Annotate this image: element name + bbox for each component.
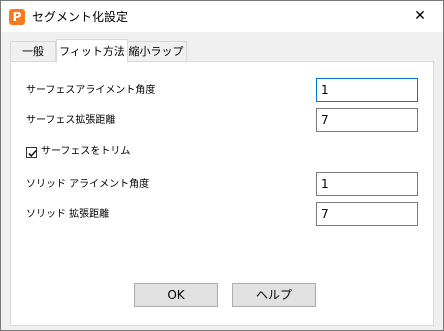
- solid-extension-distance-input[interactable]: 7: [316, 202, 418, 226]
- close-icon: ✕: [414, 8, 426, 24]
- surface-alignment-angle-input[interactable]: 1: [316, 78, 418, 102]
- surface-extension-distance-label: サーフェス拡張距離: [26, 115, 116, 126]
- solid-alignment-angle-label: ソリッド アライメント角度: [26, 179, 150, 190]
- surface-alignment-angle-label: サーフェスアライメント角度: [26, 85, 156, 96]
- ok-button[interactable]: OK: [134, 283, 218, 307]
- solid-alignment-angle-input[interactable]: 1: [316, 172, 418, 196]
- surface-extension-distance-input[interactable]: 7: [316, 108, 418, 132]
- checkmark-icon: [28, 150, 37, 158]
- tab-shrink-wrap[interactable]: 縮小ラップ: [125, 41, 187, 62]
- trim-surface-checkbox[interactable]: [26, 147, 37, 158]
- dialog-title: セグメント化設定: [32, 10, 129, 24]
- tab-general[interactable]: 一般: [10, 41, 56, 62]
- title-bar[interactable]: P セグメント化設定 ✕: [1, 1, 443, 32]
- dialog-window: P セグメント化設定 ✕ 一般 フィット方法 縮小ラップ サーフェスアライメント…: [0, 0, 444, 331]
- close-button[interactable]: ✕: [397, 1, 443, 32]
- help-button[interactable]: ヘルプ: [232, 283, 316, 307]
- solid-extension-distance-label: ソリッド 拡張距離: [26, 209, 110, 220]
- trim-surface-label: サーフェスをトリム: [41, 146, 131, 157]
- app-icon: P: [9, 9, 25, 25]
- tab-fit-method[interactable]: フィット方法: [56, 39, 128, 63]
- tab-panel: サーフェスアライメント角度 1 サーフェス拡張距離 7 サーフェスをトリム ソリ…: [10, 61, 434, 326]
